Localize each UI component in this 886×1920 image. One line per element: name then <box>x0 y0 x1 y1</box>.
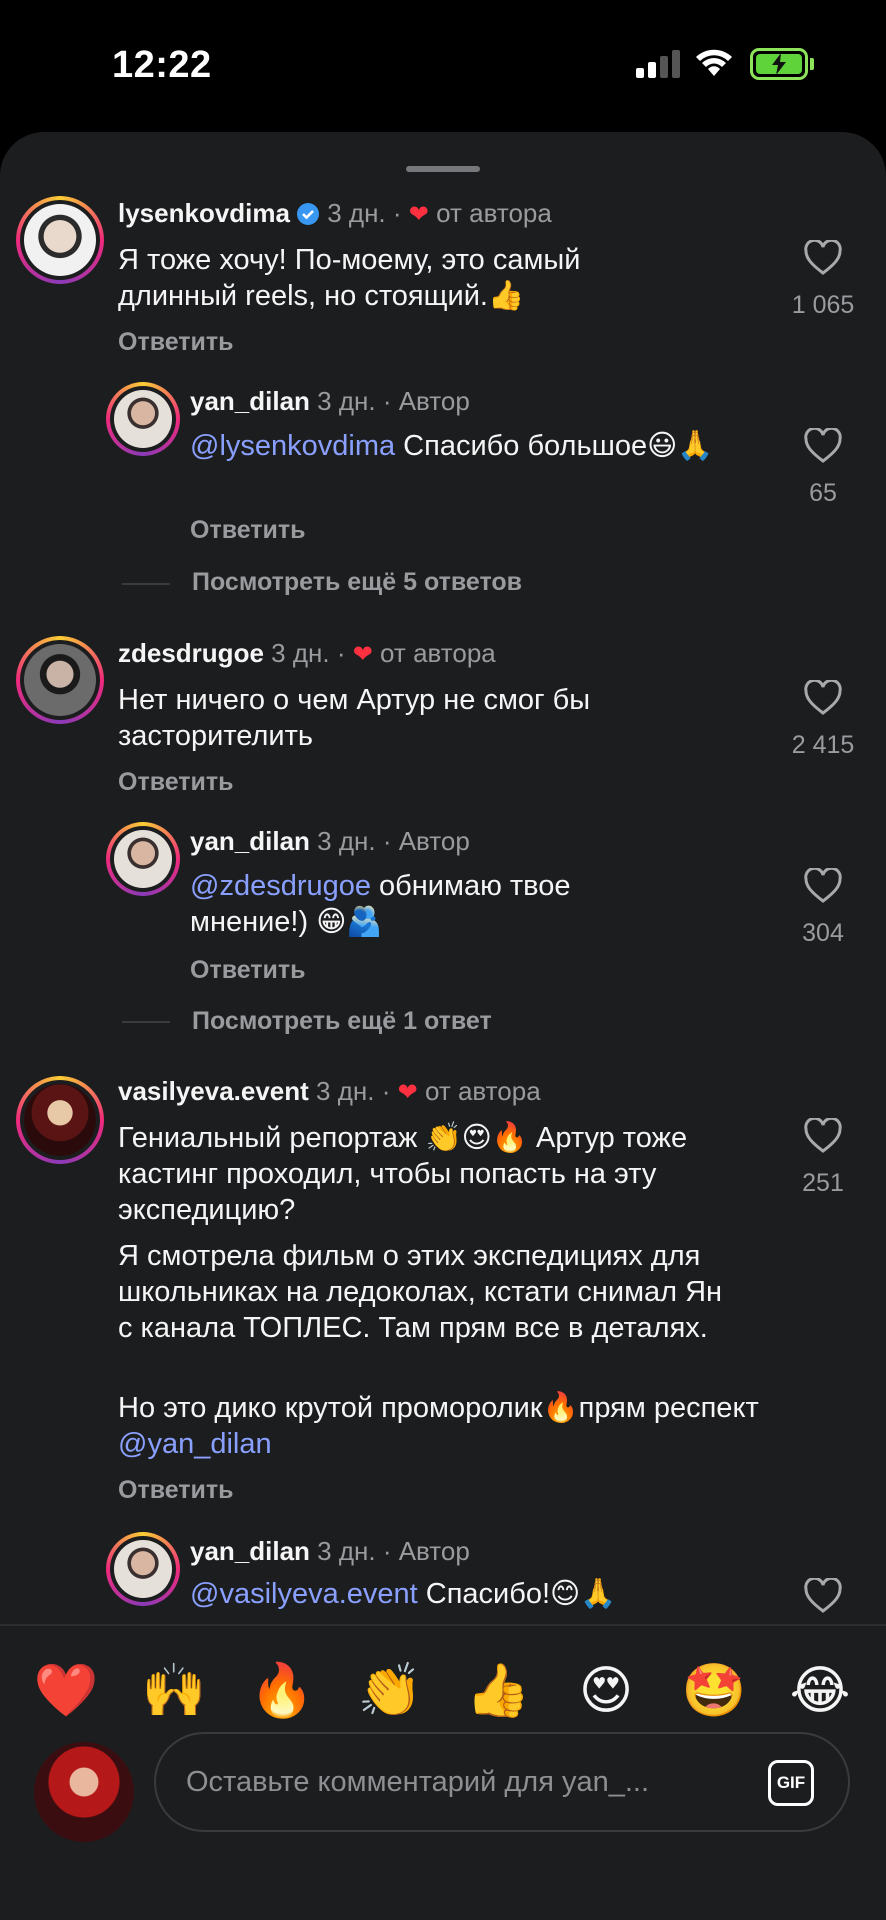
avatar[interactable] <box>16 1076 104 1164</box>
comment-text: @lysenkovdima Спасибо большое😃🙏 <box>190 428 750 464</box>
like-control[interactable] <box>778 1576 868 1619</box>
username[interactable]: yan_dilan <box>190 386 310 416</box>
like-heart-icon[interactable] <box>803 1576 843 1614</box>
like-count: 1 065 <box>791 291 855 319</box>
like-count: 65 <box>809 479 837 507</box>
emoji-fire-button[interactable]: 🔥 <box>247 1656 317 1726</box>
avatar[interactable] <box>16 196 104 284</box>
comment-age: 3 дн. <box>317 1536 376 1566</box>
like-control[interactable]: 65 <box>778 426 868 508</box>
emoji-raising-hands-button[interactable]: 🙌 <box>139 1656 209 1726</box>
comment-text-body: Спасибо большое😃🙏 <box>395 430 714 462</box>
like-count: 251 <box>802 1169 844 1197</box>
comment-meta: vasilyeva.event 3 дн. · ❤ от автора <box>118 1076 541 1106</box>
comment-meta: yan_dilan 3 дн. · Автор <box>190 826 470 856</box>
author-tag: от автора <box>424 1076 541 1106</box>
comment-text-paragraph: Гениальный репортаж 👏😍🔥 Артур тоже касти… <box>118 1122 688 1226</box>
like-control[interactable]: 2 415 <box>778 678 868 760</box>
like-heart-icon[interactable] <box>803 866 843 904</box>
comment-compose: GIF <box>0 1732 886 1882</box>
comment-age: 3 дн. <box>317 826 376 856</box>
author-liked-heart-icon: ❤ <box>397 1079 418 1106</box>
reply-button[interactable]: Ответить <box>190 516 306 545</box>
comment-text-paragraph: Я смотрела фильм о этих экспедициях для … <box>118 1240 723 1344</box>
username[interactable]: yan_dilan <box>190 1536 310 1566</box>
comment-text-body: Спасибо!😊🙏 <box>417 1578 617 1610</box>
author-liked-heart-icon: ❤ <box>352 641 373 668</box>
mention-link[interactable]: @zdesdrugoe <box>190 870 371 902</box>
reply-button[interactable]: Ответить <box>118 768 234 797</box>
username[interactable]: yan_dilan <box>190 826 310 856</box>
status-time: 12:22 <box>112 44 212 86</box>
emoji-clapping-button[interactable]: 👏 <box>355 1656 425 1726</box>
like-control[interactable]: 304 <box>778 866 868 948</box>
comment-meta: yan_dilan 3 дн. · Автор <box>190 1536 470 1566</box>
like-count: 2 415 <box>791 731 855 759</box>
comment-text: Нет ничего о чем Артур не смог бы застор… <box>118 684 591 752</box>
like-heart-icon[interactable] <box>803 238 843 276</box>
reply-button[interactable]: Ответить <box>118 1476 234 1505</box>
reply-button[interactable]: Ответить <box>190 956 306 985</box>
comment-age: 3 дн. <box>316 1076 375 1106</box>
gif-button[interactable]: GIF <box>768 1760 814 1806</box>
comment-age: 3 дн. <box>317 386 376 416</box>
sheet-grabber[interactable] <box>406 166 480 172</box>
comment-text-paragraph: Но это дико крутой проморолик🔥прям респе… <box>118 1390 768 1462</box>
author-tag: от автора <box>380 638 496 668</box>
author-liked-heart-icon: ❤ <box>408 201 429 228</box>
mention-link[interactable]: @yan_dilan <box>118 1428 272 1460</box>
comments-sheet: lysenkovdima 3 дн. · ❤ от автора Я тоже … <box>0 132 886 1920</box>
status-bar: 12:22 <box>0 0 886 130</box>
comment-age: 3 дн. <box>327 198 386 228</box>
battery-nub <box>810 58 814 70</box>
comment-input[interactable] <box>154 1732 850 1832</box>
emoji-star-struck-button[interactable]: 🤩 <box>679 1656 749 1726</box>
comment-meta: yan_dilan 3 дн. · Автор <box>190 386 470 416</box>
more-replies-line <box>122 583 170 585</box>
more-replies-line <box>122 1021 170 1023</box>
comment-text: @zdesdrugoe обнимаю твое мнение!) 😁🫂 <box>190 868 660 940</box>
like-heart-icon[interactable] <box>803 1116 843 1154</box>
author-tag: Автор <box>398 386 470 416</box>
view-more-replies-button[interactable]: Посмотреть ещё 5 ответов <box>192 568 522 597</box>
comment-age: 3 дн. <box>271 638 330 668</box>
comment-text: @vasilyeva.event Спасибо!😊🙏 <box>190 1576 750 1612</box>
emoji-thumbs-up-button[interactable]: 👍 <box>463 1656 533 1726</box>
like-control[interactable]: 251 <box>778 1116 868 1198</box>
avatar[interactable] <box>16 636 104 724</box>
avatar[interactable] <box>106 1532 180 1606</box>
avatar[interactable] <box>106 382 180 456</box>
like-heart-icon[interactable] <box>803 678 843 716</box>
verified-badge-icon <box>296 203 319 225</box>
like-control[interactable]: 1 065 <box>778 238 868 320</box>
emoji-heart-button[interactable]: ❤️ <box>31 1656 101 1726</box>
view-more-replies-button[interactable]: Посмотреть ещё 1 ответ <box>192 1007 492 1036</box>
author-tag: от автора <box>436 198 552 228</box>
avatar[interactable] <box>106 822 180 896</box>
username[interactable]: zdesdrugoe <box>118 638 264 668</box>
cellular-signal-icon <box>636 50 682 78</box>
mention-link[interactable]: @vasilyeva.event <box>190 1578 418 1610</box>
reply-button[interactable]: Ответить <box>118 328 234 357</box>
current-user-avatar <box>34 1742 134 1842</box>
comment-meta: lysenkovdima 3 дн. · ❤ от автора <box>118 198 552 228</box>
emoji-laughing-button[interactable]: 😂 <box>785 1656 855 1726</box>
battery-icon <box>750 48 808 80</box>
username[interactable]: lysenkovdima <box>118 198 290 228</box>
like-count: 304 <box>802 919 844 947</box>
author-tag: Автор <box>398 1536 470 1566</box>
username[interactable]: vasilyeva.event <box>118 1076 309 1106</box>
mention-link[interactable]: @lysenkovdima <box>190 430 395 462</box>
author-tag: Автор <box>398 826 470 856</box>
comment-text-body: Но это дико крутой проморолик🔥прям респе… <box>118 1392 759 1424</box>
like-heart-icon[interactable] <box>803 426 843 464</box>
comment-meta: zdesdrugoe 3 дн. · ❤ от автора <box>118 638 496 668</box>
comment-text: Я тоже хочу! По-моему, это самый длинный… <box>118 244 581 312</box>
emoji-heart-eyes-button[interactable]: 😍 <box>571 1656 641 1726</box>
wifi-icon <box>696 49 732 76</box>
